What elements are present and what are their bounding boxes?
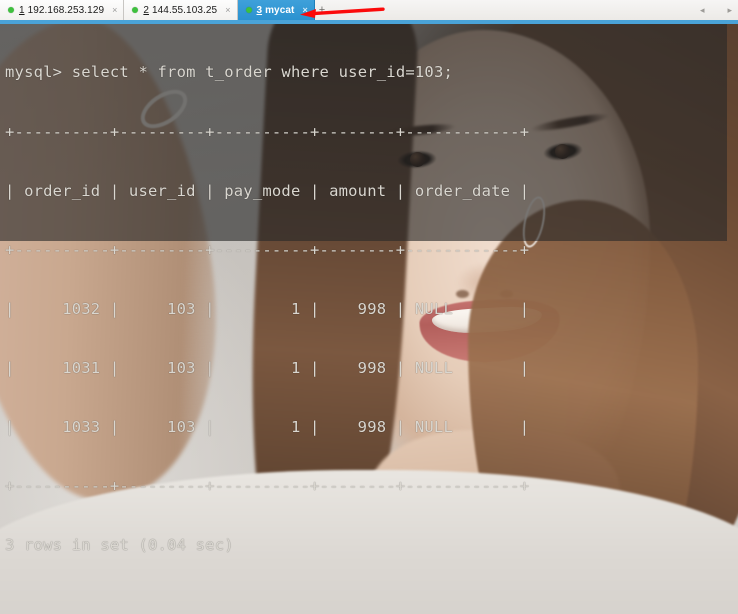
terminal-pane[interactable]: mysql> select * from t_order where user_… (0, 24, 738, 614)
tab-192-168-253-129[interactable]: 1 192.168.253.129 × (0, 0, 125, 20)
chevron-right-icon[interactable]: ▸ (727, 5, 732, 15)
close-icon[interactable]: × (225, 5, 230, 15)
terminal-line-row: | 1031 | 103 | 1 | 998 | NULL | (5, 358, 530, 377)
chevron-left-icon[interactable]: ◂ (700, 5, 705, 15)
terminal-line-summary: 3 rows in set (0.04 sec) (5, 536, 234, 555)
tab-index: 3 (256, 4, 263, 16)
terminal-line-row: | 1032 | 103 | 1 | 998 | NULL | (5, 299, 530, 318)
tab-label: 192.168.253.129 (27, 4, 105, 16)
terminal-line-header: | order_id | user_id | pay_mode | amount… (5, 181, 530, 200)
terminal-command: select * from t_order where user_id=103; (71, 63, 454, 82)
connection-status-icon (132, 7, 139, 13)
terminal-line-border-mid: +----------+---------+----------+-------… (5, 240, 530, 259)
tab-bar-accent-line (0, 20, 738, 24)
close-icon[interactable]: × (302, 5, 307, 15)
tab-label: mycat (265, 4, 295, 16)
terminal-line-border-bottom: +----------+---------+----------+-------… (5, 477, 530, 496)
close-icon[interactable]: × (112, 5, 117, 15)
terminal-line-command: mysql> select * from t_order where user_… (5, 63, 735, 83)
terminal-output: mysql> select * from t_order where user_… (5, 24, 735, 614)
tab-mycat[interactable]: 3 mycat × (237, 0, 315, 20)
tab-label: 144.55.103.25 (151, 4, 218, 16)
new-tab-button[interactable]: + (313, 2, 331, 18)
connection-status-icon (8, 7, 14, 13)
terminal-line-row: | 1033 | 103 | 1 | 998 | NULL | (5, 417, 530, 436)
terminal-line-border-top: +----------+---------+----------+-------… (5, 122, 530, 141)
tab-144-55-103-25[interactable]: 2 144.55.103.25 × (124, 0, 238, 20)
tab-index: 1 (19, 4, 25, 16)
tab-bar: 1 192.168.253.129 × 2 144.55.103.25 × 3 … (0, 0, 738, 20)
terminal-window: mysql> select * from t_order where user_… (0, 0, 738, 614)
connection-status-icon (245, 7, 252, 13)
tab-list: 1 192.168.253.129 × 2 144.55.103.25 × 3 … (0, 0, 315, 20)
tab-index: 2 (143, 4, 149, 16)
terminal-prompt: mysql> (5, 63, 72, 82)
tab-scroll-controls: ◂ ▸ (700, 3, 732, 17)
